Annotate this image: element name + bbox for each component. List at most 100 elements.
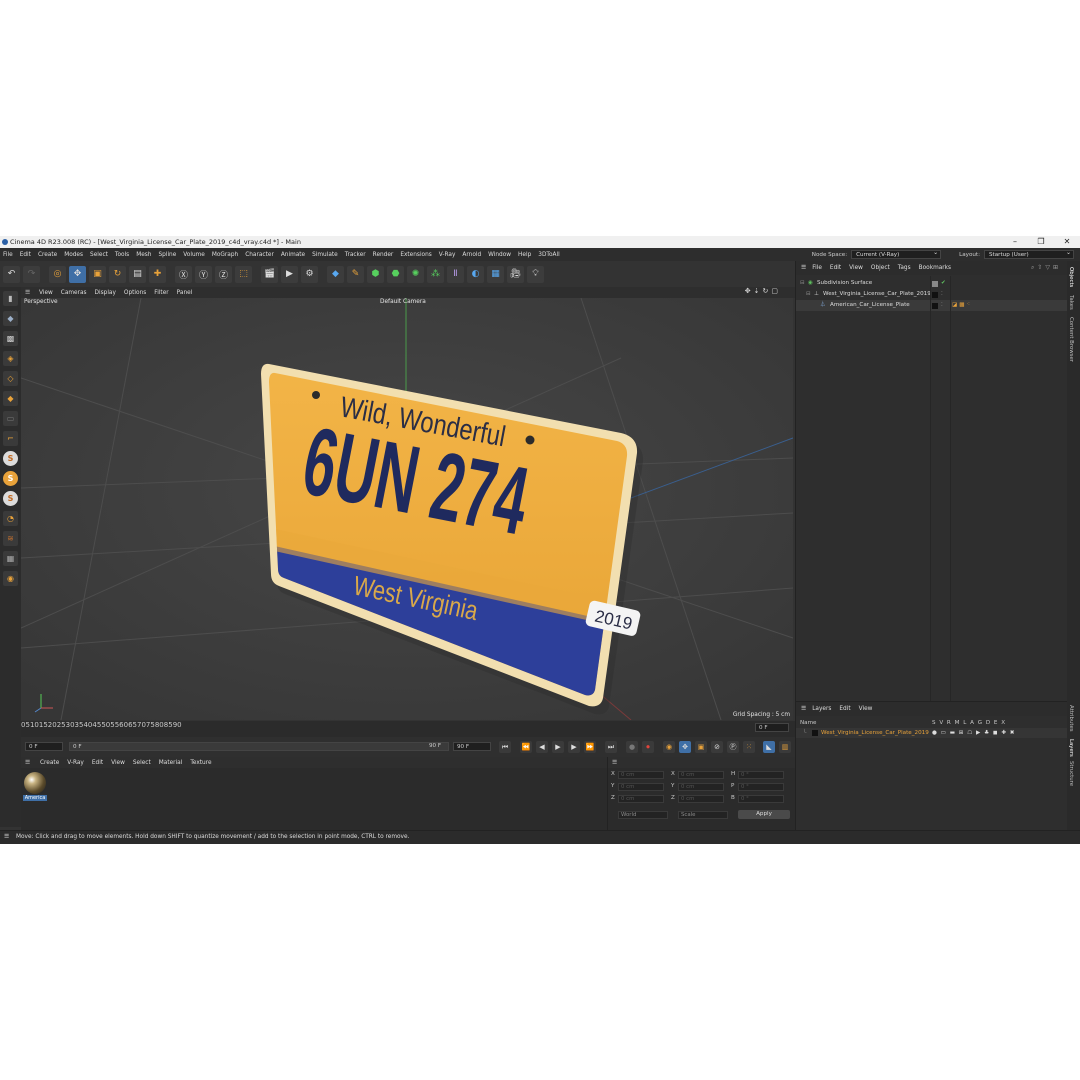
add-icon[interactable]: ✚ <box>149 265 166 283</box>
timeline-window-icon[interactable]: ▥ <box>779 741 791 753</box>
rotation-key-icon[interactable]: ⊘ <box>711 741 723 753</box>
cube-icon[interactable]: ◆ <box>327 265 344 283</box>
model-mode-icon[interactable]: ◆ <box>3 311 18 326</box>
menu-file[interactable]: File <box>3 252 13 258</box>
start-frame-field[interactable]: 0 F <box>25 742 63 751</box>
menu-volume[interactable]: Volume <box>183 252 205 258</box>
coord-field[interactable]: 0 cm <box>618 783 664 791</box>
viewport-menu-icon[interactable]: ☰ <box>25 290 35 296</box>
floor-icon[interactable]: ▦ <box>487 265 504 283</box>
position-key-icon[interactable]: ✥ <box>679 741 691 753</box>
status-menu-icon[interactable]: ☰ <box>4 831 9 844</box>
subdivision-icon[interactable]: ⬢ <box>367 265 384 283</box>
render-settings-icon[interactable]: ⚙ <box>301 265 318 283</box>
material-swatch[interactable]: America <box>23 772 47 802</box>
x-axis-icon[interactable]: Ⓧ <box>175 265 192 283</box>
viewport-menu-panel[interactable]: Panel <box>177 290 193 296</box>
grid-icon[interactable]: ▦ <box>3 551 18 566</box>
scale-tool-icon[interactable]: ▣ <box>89 265 106 283</box>
interpolation-icon[interactable]: ◣ <box>763 741 775 753</box>
range-start-field[interactable]: 0 F <box>69 742 449 751</box>
uv-mode-icon[interactable]: ▭ <box>3 411 18 426</box>
objects-menu-object[interactable]: Object <box>871 265 890 271</box>
mograph-icon[interactable]: ✺ <box>407 265 424 283</box>
locked-workplane-icon[interactable]: ◔ <box>3 511 18 526</box>
objects-menu-view[interactable]: View <box>849 265 863 271</box>
material-tags-icon[interactable]: ◪▩⁖ <box>952 300 972 311</box>
keyframe-selection-icon[interactable]: ◉ <box>663 741 675 753</box>
apply-button[interactable]: Apply <box>738 810 790 819</box>
cloner-icon[interactable]: ⁂ <box>427 265 444 283</box>
menu-create[interactable]: Create <box>38 252 57 258</box>
deformer-icon[interactable]: Ⅱ <box>447 265 464 283</box>
menu-mograph[interactable]: MoGraph <box>212 252 238 258</box>
object-row-plate-mesh[interactable]: ⏃ American_Car_License_Plate ⁚ ◪▩⁖ <box>796 300 1068 311</box>
material-menu-vray[interactable]: V-Ray <box>67 760 84 766</box>
menu-window[interactable]: Window <box>488 252 511 258</box>
snap-settings-icon[interactable]: S <box>3 471 18 486</box>
next-key-icon[interactable]: ⏩ <box>584 741 596 753</box>
texture-mode-icon[interactable]: ▩ <box>3 331 18 346</box>
go-to-start-icon[interactable]: ⏮ <box>499 741 511 753</box>
menu-arnold[interactable]: Arnold <box>462 252 481 258</box>
material-menu-material[interactable]: Material <box>159 760 183 766</box>
generator-icon[interactable]: ⬣ <box>387 265 404 283</box>
layer-flag-icons[interactable]: ● ▭ ▬ ⊞ ☖ ▶ ♣ ◼ ✚ ✖ <box>932 728 1016 738</box>
tab-layers[interactable]: Layers <box>1068 739 1074 757</box>
solo-icon[interactable]: ◉ <box>3 571 18 586</box>
go-to-end-icon[interactable]: ⏭ <box>605 741 617 753</box>
coord-mode-select[interactable]: World <box>618 811 668 819</box>
enabled-check-icon[interactable]: ✔ <box>941 278 946 289</box>
layers-menu-icon[interactable]: ☰ <box>801 706 806 712</box>
redo-icon[interactable]: ↷ <box>23 265 40 283</box>
menu-tools[interactable]: Tools <box>115 252 129 258</box>
menu-character[interactable]: Character <box>245 252 274 258</box>
end-frame-field[interactable]: 90 F <box>453 742 491 751</box>
object-search-icons[interactable]: ⌕⇧▽⊞ <box>1031 264 1061 272</box>
undo-icon[interactable]: ↶ <box>3 265 20 283</box>
menu-render[interactable]: Render <box>373 252 394 258</box>
minimize-button[interactable]: – <box>1002 236 1028 248</box>
close-button[interactable]: ✕ <box>1054 236 1080 248</box>
objects-menu-icon[interactable]: ☰ <box>801 265 806 271</box>
camera-icon[interactable]: 🎥︎ <box>507 265 524 283</box>
pen-icon[interactable]: ✎ <box>347 265 364 283</box>
object-row-plate-null[interactable]: ⊟ ⊥ West_Virginia_License_Car_Plate_2019… <box>796 289 1068 300</box>
coordinate-system-icon[interactable]: ⬚ <box>235 265 252 283</box>
current-frame-field[interactable]: 0 F <box>755 723 789 732</box>
objects-menu-file[interactable]: File <box>812 265 822 271</box>
previous-key-icon[interactable]: ⏪ <box>520 741 532 753</box>
objects-menu-bookmarks[interactable]: Bookmarks <box>919 265 951 271</box>
previous-frame-icon[interactable]: ◀ <box>536 741 548 753</box>
snap-icon[interactable]: S <box>3 451 18 466</box>
autokey-icon[interactable]: ⏺ <box>642 741 654 753</box>
coord-field[interactable]: 0 ° <box>738 795 784 803</box>
menu-animate[interactable]: Animate <box>281 252 305 258</box>
viewport[interactable]: Wild, Wonderful 6UN 274 West Virginia 20… <box>21 298 793 720</box>
workplane-snap-icon[interactable]: S <box>3 491 18 506</box>
layout-select[interactable]: Startup (User) <box>984 249 1074 259</box>
material-menu-edit[interactable]: Edit <box>92 760 103 766</box>
play-icon[interactable]: ▶ <box>552 741 564 753</box>
tab-attributes[interactable]: Attributes <box>1068 705 1074 732</box>
render-view-icon[interactable]: ▶ <box>281 265 298 283</box>
material-menu-icon[interactable]: ☰ <box>25 760 35 766</box>
rotate-tool-icon[interactable]: ↻ <box>109 265 126 283</box>
timeline-ruler[interactable]: 0 5 10 15 20 25 30 35 40 45 50 55 60 65 70 75 80 85 90 0 F <box>21 721 795 737</box>
tab-objects[interactable]: Objects <box>1068 267 1074 287</box>
coord-field[interactable]: 0 cm <box>678 795 724 803</box>
object-row-subdivision[interactable]: ⊟ ◉ Subdivision Surface ✔ <box>796 278 1068 289</box>
planar-workplane-icon[interactable]: ≋ <box>3 531 18 546</box>
move-tool-icon[interactable]: ✥ <box>69 265 86 283</box>
camera-label[interactable]: Default Camera <box>380 299 426 305</box>
y-axis-icon[interactable]: Ⓨ <box>195 265 212 283</box>
menu-modes[interactable]: Modes <box>64 252 83 258</box>
viewport-menu-cameras[interactable]: Cameras <box>61 290 87 296</box>
layer-row[interactable]: └ West_Virginia_License_Car_Plate_2019 ●… <box>796 728 1068 738</box>
material-menu-view[interactable]: View <box>111 760 125 766</box>
tab-content-browser[interactable]: Content Browser <box>1068 317 1074 362</box>
menu-mesh[interactable]: Mesh <box>136 252 151 258</box>
record-icon[interactable]: ● <box>626 741 638 753</box>
light-icon[interactable]: 💡︎ <box>527 265 544 283</box>
coords-menu-icon[interactable]: ☰ <box>612 760 622 766</box>
